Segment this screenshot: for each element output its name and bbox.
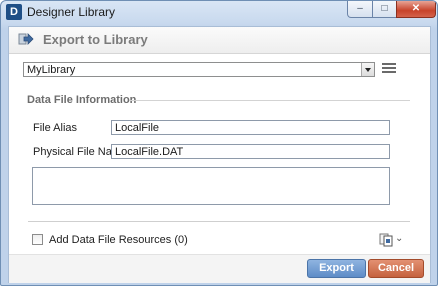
designer-library-window: D Designer Library – □ ✕ Export to Libra… — [0, 0, 438, 286]
dialog-header: Export to Library — [9, 27, 430, 54]
section-divider — [129, 100, 410, 101]
maximize-button[interactable]: □ — [372, 1, 397, 18]
app-logo-icon: D — [6, 4, 22, 20]
minimize-button[interactable]: – — [347, 1, 373, 18]
resources-icon[interactable] — [379, 233, 393, 247]
divider — [28, 221, 410, 222]
title-bar[interactable]: D Designer Library – □ ✕ — [1, 1, 437, 23]
dialog-body: Export to Library MyLibrary Data File In… — [8, 26, 431, 283]
page-title: Export to Library — [43, 32, 148, 47]
cancel-button[interactable]: Cancel — [368, 259, 424, 278]
export-arrow-icon — [18, 33, 34, 45]
chevron-down-icon[interactable]: ⌄ — [395, 233, 403, 244]
library-dropdown[interactable]: MyLibrary — [23, 62, 375, 77]
close-button[interactable]: ✕ — [396, 1, 436, 18]
export-button[interactable]: Export — [307, 259, 366, 278]
chevron-down-icon[interactable] — [361, 63, 374, 76]
file-alias-label: File Alias — [33, 122, 78, 134]
library-dropdown-value: MyLibrary — [27, 64, 76, 76]
file-alias-input[interactable]: LocalFile — [111, 120, 390, 135]
window-title: Designer Library — [27, 5, 116, 19]
physical-file-name-input[interactable]: LocalFile.DAT — [111, 144, 390, 159]
add-resources-checkbox[interactable] — [32, 234, 43, 245]
description-textarea[interactable] — [32, 167, 390, 205]
menu-icon[interactable] — [382, 62, 396, 76]
add-resources-label: Add Data File Resources (0) — [49, 234, 188, 246]
dialog-footer — [9, 254, 430, 283]
section-title: Data File Information — [27, 94, 137, 106]
